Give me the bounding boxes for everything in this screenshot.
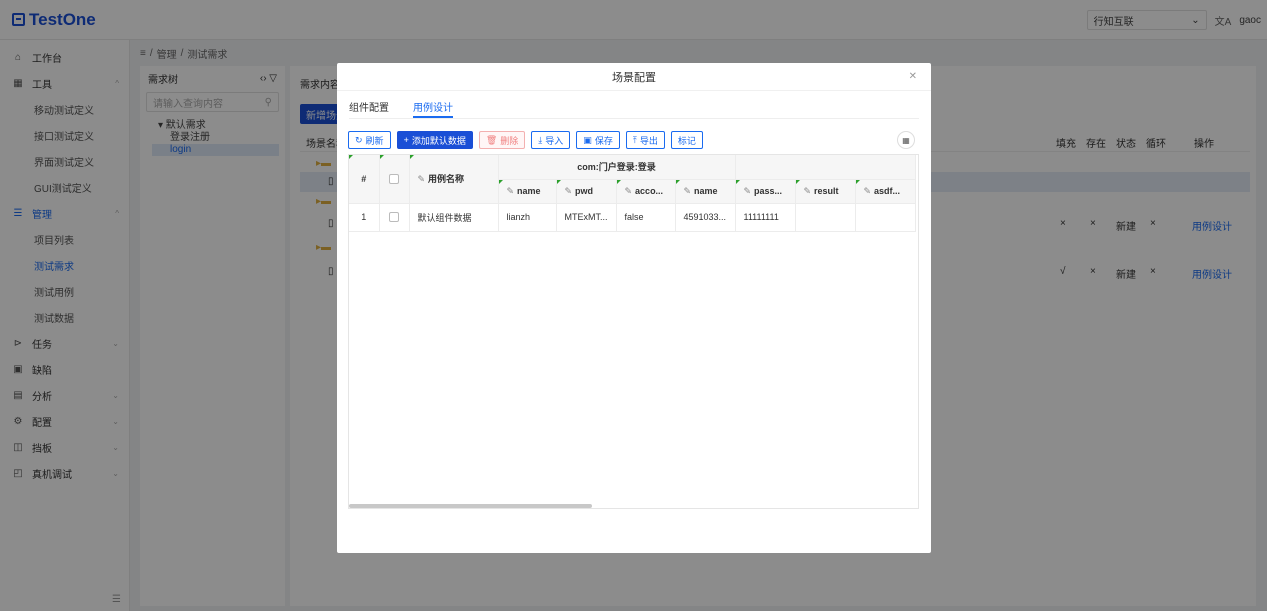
col-asdf[interactable]: ✎ asdf... xyxy=(855,179,916,204)
export-button[interactable]: ⤒ 导出 xyxy=(625,131,665,149)
cell-case-name[interactable]: 默认组件数据 xyxy=(409,203,499,232)
checkbox[interactable] xyxy=(389,174,399,185)
tab-case-design[interactable]: 用例设计 xyxy=(413,95,453,118)
col-name[interactable]: ✎ name xyxy=(498,179,557,204)
trash-icon: 🗑 xyxy=(485,134,498,145)
col-result[interactable]: ✎ result xyxy=(795,179,856,204)
refresh-button[interactable]: ↻ 刷新 xyxy=(348,131,391,149)
refresh-icon: ↻ xyxy=(355,134,363,145)
edit-icon: ✎ xyxy=(624,185,633,196)
col-name-2[interactable]: ✎ name xyxy=(675,179,736,204)
cell-password[interactable]: 11111111 xyxy=(735,203,796,232)
tab-component-config[interactable]: 组件配置 xyxy=(349,95,389,118)
plus-icon: + xyxy=(403,135,409,145)
cell-pwd[interactable]: MTExMT... xyxy=(556,203,617,232)
delete-button[interactable]: 🗑 删除 xyxy=(478,131,526,149)
edit-icon: ✎ xyxy=(863,185,872,196)
group-header-2 xyxy=(735,155,916,180)
modal-tabs: 组件配置 用例设计 xyxy=(349,95,919,119)
close-icon[interactable]: ✕ xyxy=(909,71,917,82)
col-password[interactable]: ✎ pass... xyxy=(735,179,796,204)
edit-icon: ✎ xyxy=(683,185,692,196)
edit-icon: ✎ xyxy=(743,185,752,196)
cell-result[interactable] xyxy=(795,203,856,232)
cell-account[interactable]: false xyxy=(616,203,676,232)
edit-icon: ✎ xyxy=(803,185,812,196)
edit-icon: ✎ xyxy=(564,185,573,196)
edit-icon: ✎ xyxy=(506,185,515,196)
cell-name[interactable]: lianzh xyxy=(498,203,557,232)
checkbox[interactable] xyxy=(389,212,399,223)
case-table: # ✎ 用例名称 com:门户登录:登录 ✎ name ✎ pwd ✎ acco... … xyxy=(348,154,919,509)
case-toolbar: ↻ 刷新 + 添加默认数据 🗑 删除 ⤓ 导入 ▣ 保存 ⤒ 导出 标记 ▦ xyxy=(348,131,920,149)
import-icon: ⤓ xyxy=(538,134,543,145)
cell-asdf[interactable] xyxy=(855,203,916,232)
grid-settings-icon[interactable]: ▦ xyxy=(897,131,915,149)
scene-config-modal: 场景配置 ✕ 组件配置 用例设计 ↻ 刷新 + 添加默认数据 🗑 删除 ⤓ 导入 ▣ 保存… xyxy=(337,63,931,553)
row-index: 1 xyxy=(349,203,380,232)
col-pwd[interactable]: ✎ pwd xyxy=(556,179,617,204)
add-default-data-button[interactable]: + 添加默认数据 xyxy=(396,131,473,149)
save-icon: ▣ xyxy=(583,134,592,145)
mark-button[interactable]: 标记 xyxy=(670,131,703,149)
col-account[interactable]: ✎ acco... xyxy=(616,179,676,204)
horizontal-scrollbar[interactable] xyxy=(349,504,918,508)
cell-name-2[interactable]: 4591033... xyxy=(675,203,736,232)
row-checkbox[interactable] xyxy=(379,203,410,232)
export-icon: ⤒ xyxy=(632,134,637,145)
scrollbar-thumb[interactable] xyxy=(349,504,592,508)
import-button[interactable]: ⤓ 导入 xyxy=(531,131,571,149)
save-button[interactable]: ▣ 保存 xyxy=(576,131,620,149)
col-index: # xyxy=(349,155,380,204)
table-row[interactable]: 1 默认组件数据 lianzh MTExMT... false 4591033.… xyxy=(349,203,916,232)
col-case-name[interactable]: ✎ 用例名称 xyxy=(409,155,499,204)
select-all-checkbox[interactable] xyxy=(379,155,410,204)
edit-icon: ✎ xyxy=(417,174,426,185)
modal-title: 场景配置 ✕ xyxy=(337,63,931,91)
group-header: com:门户登录:登录 xyxy=(498,155,736,180)
